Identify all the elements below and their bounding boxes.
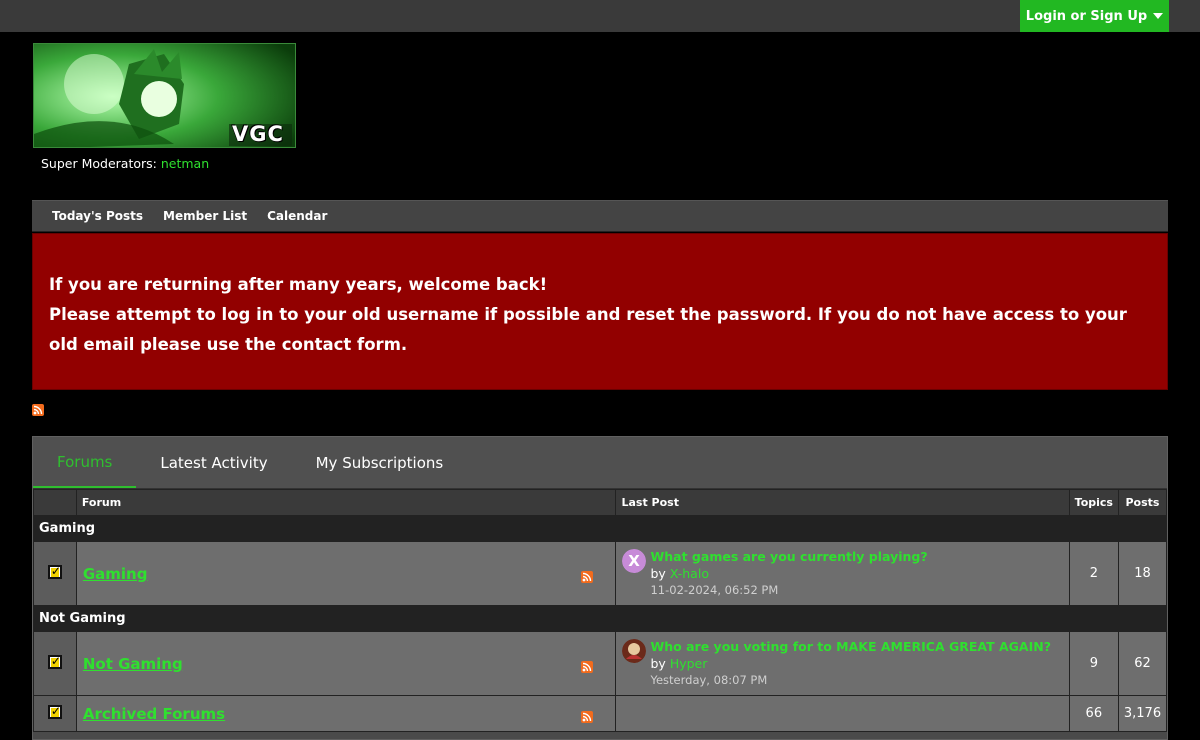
last-post-author: by X-halo xyxy=(650,565,1068,582)
topics-count: 66 xyxy=(1068,695,1119,732)
tab-forums[interactable]: Forums xyxy=(33,437,137,488)
forum-box: Forums Latest Activity My Subscriptions … xyxy=(32,436,1168,740)
author-link[interactable]: X-halo xyxy=(670,566,709,581)
table-header-row: Forum Last Post Topics Posts xyxy=(33,489,1168,516)
last-post-cell: X What games are you currently playing? … xyxy=(615,541,1070,606)
header-topics: Topics xyxy=(1068,489,1119,516)
rss-icon[interactable] xyxy=(32,401,44,420)
forum-status-icon: ✓ xyxy=(33,631,77,696)
last-post-cell xyxy=(615,695,1070,732)
forum-link-not-gaming[interactable]: Not Gaming xyxy=(77,655,183,673)
category-gaming[interactable]: Gaming xyxy=(33,515,1167,542)
tab-latest-activity[interactable]: Latest Activity xyxy=(136,437,291,488)
topics-count: 9 xyxy=(1068,631,1119,696)
chevron-down-icon xyxy=(1153,13,1164,19)
posts-count: 62 xyxy=(1117,631,1168,696)
nav-member-list[interactable]: Member List xyxy=(153,209,257,223)
forum-table: Forum Last Post Topics Posts Gaming ✓ Ga… xyxy=(33,489,1168,732)
by-prefix: by xyxy=(650,566,666,581)
forum-cell: Archived Forums xyxy=(75,695,617,732)
rss-icon[interactable] xyxy=(581,568,594,587)
login-signup-button[interactable]: Login or Sign Up xyxy=(1020,0,1169,32)
notice-line-2: Please attempt to log in to your old use… xyxy=(49,305,1127,354)
forum-cell: Not Gaming xyxy=(75,631,617,696)
rss-icon[interactable] xyxy=(581,658,594,677)
logo-text: VGC xyxy=(232,122,284,146)
last-post-cell: Who are you voting for to MAKE AMERICA G… xyxy=(615,631,1070,696)
last-post-date: Yesterday, 08:07 PM xyxy=(650,673,768,687)
rss-icon[interactable] xyxy=(581,708,594,727)
last-post-author: by Hyper xyxy=(650,655,1068,672)
user-avatar[interactable]: X xyxy=(622,549,647,573)
table-row: ✓ Not Gaming Who are you voting for to M… xyxy=(33,631,1168,696)
by-prefix: by xyxy=(650,656,666,671)
nav-bar: Today's Posts Member List Calendar xyxy=(32,200,1168,232)
posts-count: 18 xyxy=(1117,541,1168,606)
svg-text:X: X xyxy=(629,552,641,570)
site-logo[interactable]: VGC xyxy=(33,43,296,148)
top-bar: Login or Sign Up xyxy=(0,0,1200,32)
forum-link-gaming[interactable]: Gaming xyxy=(77,565,148,583)
forum-tabs: Forums Latest Activity My Subscriptions xyxy=(33,437,1167,489)
header-posts: Posts xyxy=(1117,489,1168,516)
last-post-date: 11-02-2024, 06:52 PM xyxy=(650,583,779,597)
author-link[interactable]: Hyper xyxy=(670,656,708,671)
tab-my-subscriptions[interactable]: My Subscriptions xyxy=(292,437,468,488)
welcome-notice: If you are returning after many years, w… xyxy=(32,233,1168,390)
login-signup-label: Login or Sign Up xyxy=(1025,8,1148,24)
super-moderators: Super Moderators: netman xyxy=(41,156,209,171)
header-icon-col xyxy=(33,489,77,516)
user-avatar[interactable] xyxy=(622,639,647,663)
posts-count: 3,176 xyxy=(1117,695,1168,732)
header-forum: Forum xyxy=(75,489,617,516)
forum-link-archived[interactable]: Archived Forums xyxy=(77,705,225,723)
last-post-title[interactable]: What games are you currently playing? xyxy=(650,548,1068,565)
topics-count: 2 xyxy=(1068,541,1119,606)
notice-line-1: If you are returning after many years, w… xyxy=(49,275,548,294)
forum-status-icon: ✓ xyxy=(33,695,77,732)
forum-cell: Gaming xyxy=(75,541,617,606)
forum-status-icon: ✓ xyxy=(33,541,77,606)
table-row: ✓ Archived Forums 66 3,176 xyxy=(33,695,1168,732)
header-last-post: Last Post xyxy=(615,489,1070,516)
category-row: Gaming xyxy=(33,515,1167,542)
table-row: ✓ Gaming X What games are you currently … xyxy=(33,541,1168,606)
nav-todays-posts[interactable]: Today's Posts xyxy=(42,209,153,223)
nav-calendar[interactable]: Calendar xyxy=(257,209,337,223)
category-row: Not Gaming xyxy=(33,605,1167,632)
category-not-gaming[interactable]: Not Gaming xyxy=(33,605,1167,632)
mods-label: Super Moderators: xyxy=(41,156,157,171)
moderator-link[interactable]: netman xyxy=(161,156,209,171)
last-post-title[interactable]: Who are you voting for to MAKE AMERICA G… xyxy=(650,638,1068,655)
